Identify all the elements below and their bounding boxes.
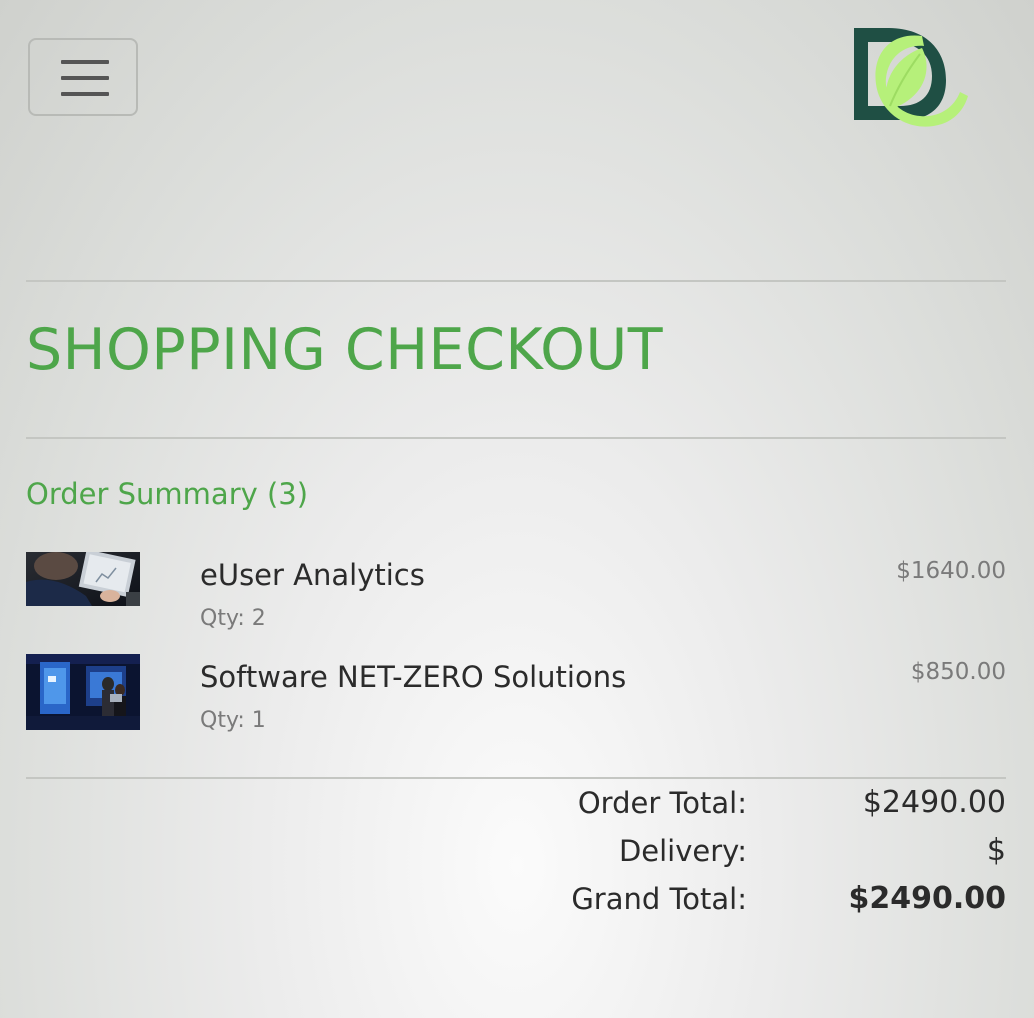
hamburger-menu-icon-bar-2 xyxy=(61,76,109,80)
hamburger-menu-icon-bar-3 xyxy=(61,92,109,96)
item-price: $1640.00 xyxy=(896,558,1006,584)
header-divider xyxy=(26,280,1006,282)
delivery-value: $ xyxy=(986,833,1006,868)
grand-total-label: Grand Total: xyxy=(571,882,747,916)
totals-divider xyxy=(26,777,1006,779)
order-total-value: $2490.00 xyxy=(862,785,1006,820)
grand-total-value: $2490.00 xyxy=(848,881,1006,916)
dc-logo-icon[interactable] xyxy=(850,24,974,136)
order-summary-title: Order Summary (3) xyxy=(26,477,309,511)
item-thumbnail-tablet-image xyxy=(26,552,140,606)
item-name: Software NET-ZERO Solutions xyxy=(200,660,627,694)
item-qty: Qty: 2 xyxy=(200,606,266,631)
menu-toggle-button[interactable] xyxy=(28,38,138,116)
item-qty: Qty: 1 xyxy=(200,708,266,733)
delivery-label: Delivery: xyxy=(618,834,747,868)
order-total-label: Order Total: xyxy=(577,786,747,820)
hamburger-menu-icon-bar-1 xyxy=(61,60,109,64)
item-thumbnail-display-image xyxy=(26,654,140,730)
page-title: SHOPPING CHECKOUT xyxy=(26,317,664,383)
item-price: $850.00 xyxy=(910,659,1006,685)
title-divider xyxy=(26,437,1006,439)
item-name: eUser Analytics xyxy=(200,558,425,592)
